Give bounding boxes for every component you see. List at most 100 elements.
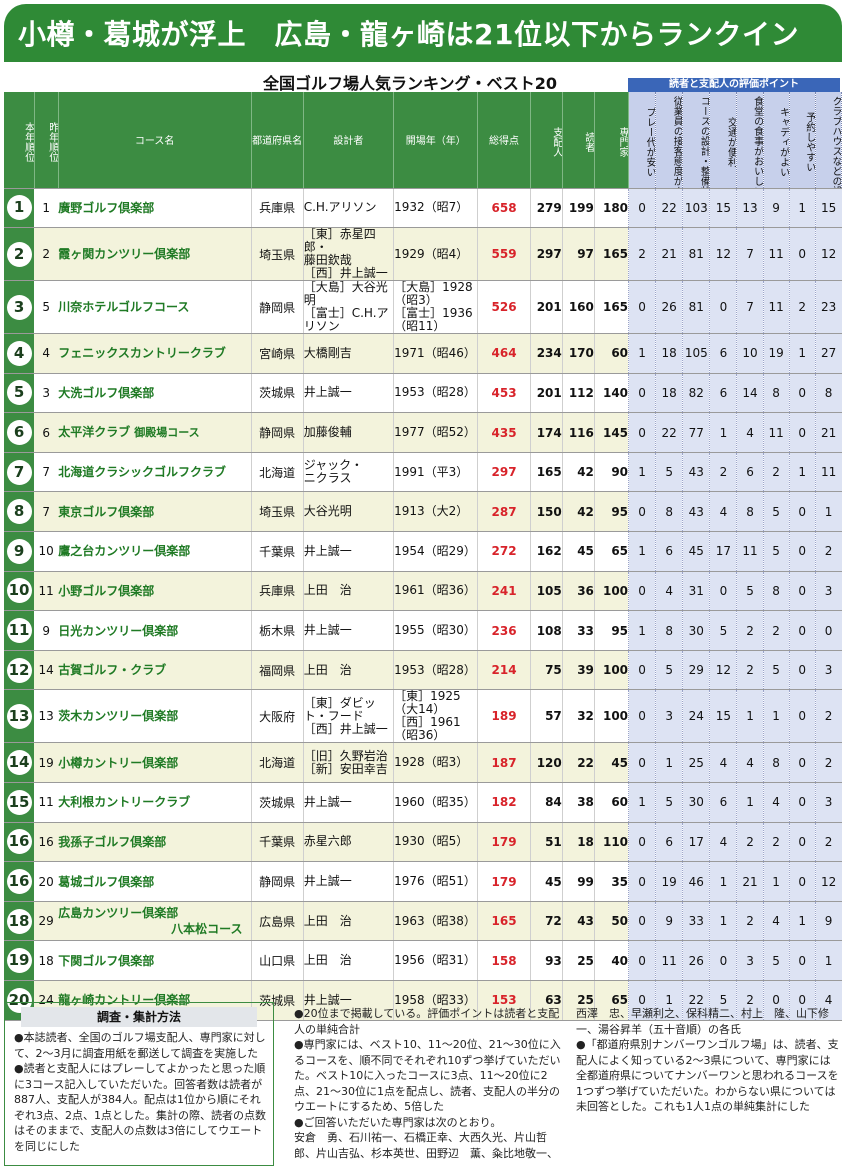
reader-score-cell: 42 [561,452,595,493]
total-score-cell: 658 [477,188,531,229]
eval-point-cell: 24 [682,689,710,744]
col-eval: コースの設計・整備状況がよい [682,92,711,189]
eval-point-cell: 2 [762,452,790,493]
eval-point-cell: 1 [655,742,683,784]
rank-cell: 14 [4,742,35,784]
opening-year-cell: 1955（昭30） [393,610,478,651]
eval-point-cell: 0 [628,571,656,612]
eval-point-cell: 30 [682,610,710,651]
course-name: 廣野ゴルフ倶楽部 [58,200,155,215]
eval-point-cell: 2 [628,227,656,282]
eval-point-cell: 11 [736,531,764,572]
course-name-cell: 小野ゴルフ倶楽部 [58,571,252,612]
opening-year-cell: 1929（昭4） [393,227,478,282]
manager-score-cell: 174 [529,412,563,453]
eval-point-cell: 13 [736,188,764,229]
prev-rank-cell: 18 [34,940,59,981]
manager-score-cell: 201 [529,373,563,414]
eval-point-cell: 1 [814,491,842,533]
manager-score-cell: 75 [529,650,563,691]
rank-cell: 4 [4,333,35,374]
eval-point-cell: 0 [628,188,656,229]
rank-number: 3 [6,294,32,320]
eval-point-cell: 1 [788,452,816,493]
prev-rank-cell: 13 [34,689,59,744]
col-eval: 従業員の接客態度がよい [655,92,684,189]
course-name: 太平洋クラブ [58,425,131,440]
course-name-cell: 茨木カンツリー倶楽部 [58,689,252,744]
designer-cell: 井上誠一 [302,373,394,414]
eval-point-cell: 1 [736,782,764,823]
headline: 小樽・葛城が浮上 広島・龍ヶ崎は21位以下からランクイン [18,18,799,51]
reader-score-cell: 160 [561,280,595,335]
total-score-cell: 187 [477,742,531,784]
course-name-cell: 葛城ゴルフ倶楽部 [58,861,252,902]
total-score-cell: 435 [477,412,531,453]
table-row: 3 5 川奈ホテルゴルフコース 静岡県 ［大島］大谷光明 ［富士］C.H.アリソン ［大島… [4,280,842,335]
expert-score-cell: 100 [593,650,629,691]
eval-point-cell: 3 [814,650,842,691]
reader-score-cell: 199 [561,188,595,229]
manager-score-cell: 234 [529,333,563,374]
eval-point-cell: 0 [788,650,816,691]
table-row: 5 3 大洗ゴルフ倶楽部 茨城県 井上誠一 1953（昭28） 453 201 112 140 0 1… [4,373,842,414]
rank-number: 1 [6,195,32,221]
eval-point-cell: 5 [655,782,683,823]
eval-point-cell: 12 [709,227,737,282]
eval-point-cell: 27 [814,333,842,374]
eval-point-cell: 0 [788,689,816,744]
eval-point-cell: 43 [682,452,710,493]
col-eval: クラブハウスなどの設備がよい [815,92,843,189]
reader-score-cell: 38 [561,782,595,823]
eval-point-cell: 0 [628,280,656,335]
prefecture-cell: 千葉県 [250,531,304,572]
manager-score-cell: 51 [529,822,563,863]
eval-point-cell: 7 [736,227,764,282]
col-reader: 読者 [562,92,595,189]
rank-number: 7 [6,459,32,485]
expert-score-cell: 110 [593,822,629,863]
course-name-cell: 廣野ゴルフ倶楽部 [58,188,252,229]
prev-rank-cell: 2 [34,227,59,282]
opening-year-cell: 1991（平3） [393,452,478,493]
eval-point-cell: 2 [736,610,764,651]
notes-column-1: ●本誌読者、全国のゴルフ場支配人、専門家に対して、2～3月に調査用紙を郵送して調… [14,1031,266,1153]
total-score-cell: 559 [477,227,531,282]
course-name: 日光カンツリー倶楽部 [58,623,179,638]
rank-cell: 16 [4,822,35,863]
opening-year-cell: 1928（昭3） [393,742,478,784]
eval-point-cell: 21 [655,227,683,282]
eval-point-cell: 3 [814,782,842,823]
designer-cell: 赤星六郎 [302,822,394,863]
eval-point-cell: 4 [762,782,790,823]
eval-point-cell: 6 [655,531,683,572]
eval-point-cell: 43 [682,491,710,533]
reader-score-cell: 32 [561,689,595,744]
prefecture-cell: 北海道 [250,452,304,493]
eval-point-cell: 8 [736,491,764,533]
course-name-cell: 下関ゴルフ倶楽部 [58,940,252,981]
prev-rank-cell: 16 [34,822,59,863]
eval-point-cell: 6 [709,333,737,374]
eval-point-cell: 0 [628,901,656,942]
course-name: 北海道クラシックゴルフクラブ [58,465,226,480]
eval-point-cell: 0 [709,940,737,981]
table-row: 4 4 フェニックスカントリークラブ 宮崎県 大橋剛吉 1971（昭46） 464 234 17… [4,333,842,374]
eval-point-cell: 8 [762,742,790,784]
eval-point-cell: 9 [762,188,790,229]
eval-point-cell: 105 [682,333,710,374]
eval-point-cell: 77 [682,412,710,453]
course-name: 茨木カンツリー倶楽部 [58,709,179,724]
eval-point-cell: 8 [655,610,683,651]
eval-point-cell: 25 [682,742,710,784]
eval-point-cell: 1 [628,531,656,572]
rank-number: 16 [6,869,32,895]
rank-number: 11 [6,618,32,644]
total-score-cell: 464 [477,333,531,374]
course-name: 葛城ゴルフ倶楽部 [58,874,155,889]
prefecture-cell: 埼玉県 [250,227,304,282]
eval-point-cell: 2 [709,452,737,493]
eval-point-cell: 46 [682,861,710,902]
expert-score-cell: 60 [593,782,629,823]
eval-point-cell: 1 [709,861,737,902]
